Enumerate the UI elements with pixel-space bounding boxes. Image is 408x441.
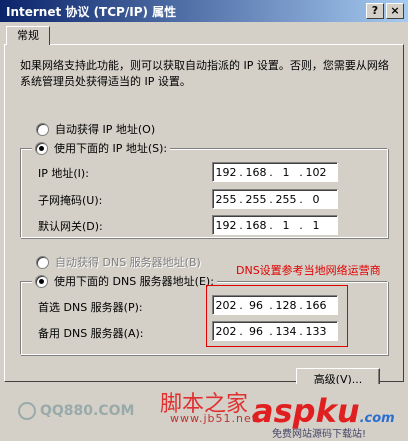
auto-dns-label: 自动获得 DNS 服务器地址(B) (55, 256, 201, 269)
watermark-left-text: QQ880.COM (40, 403, 135, 419)
manual-ip-label: 使用下面的 IP 地址(S): (54, 142, 168, 155)
octet: 1 (282, 165, 290, 179)
auto-ip-radio[interactable]: 自动获得 IP 地址(O) (36, 121, 155, 137)
radio-checked-icon (35, 274, 48, 288)
octet: 255 (275, 192, 297, 206)
octet: 1 (282, 218, 290, 232)
octet: 134 (275, 324, 297, 338)
octet: 128 (275, 298, 297, 312)
manual-dns-radio[interactable]: 使用下面的 DNS 服务器地址(E): (32, 273, 217, 289)
radio-icon (36, 255, 49, 269)
title-bar: Internet 协议 (TCP/IP) 属性 ? × (0, 0, 408, 22)
alternate-dns-field[interactable]: 202. 96. 134. 133 (212, 321, 338, 341)
preferred-dns-label: 首选 DNS 服务器(P): (38, 301, 143, 314)
tab-general[interactable]: 常规 (6, 26, 50, 45)
default-gateway-label: 默认网关(D): (38, 220, 103, 233)
octet: 166 (305, 298, 327, 312)
octet: 168 (245, 165, 267, 179)
description-text: 如果网络支持此功能，则可以获取自动指派的 IP 设置。否则，您需要从网络系统管理… (20, 59, 389, 88)
manual-ip-radio[interactable]: 使用下面的 IP 地址(S): (32, 140, 171, 156)
window-title: Internet 协议 (TCP/IP) 属性 (6, 5, 177, 19)
octet: 1 (312, 218, 320, 232)
close-button[interactable]: × (386, 3, 404, 19)
help-button[interactable]: ? (366, 3, 384, 19)
octet: 102 (305, 165, 327, 179)
dns-annotation: DNS设置参考当地网络运营商 (236, 264, 381, 277)
octet: 202 (215, 298, 237, 312)
octet: 168 (245, 218, 267, 232)
octet: 96 (249, 324, 263, 338)
default-gateway-field[interactable]: 192. 168. 1. 1 (212, 215, 338, 235)
radio-checked-icon (35, 141, 48, 155)
octet: 96 (249, 298, 263, 312)
auto-ip-label: 自动获得 IP 地址(O) (55, 123, 156, 136)
ip-address-label: IP 地址(I): (38, 167, 89, 180)
watermark-logo-suffix: .com (359, 411, 395, 426)
subnet-mask-field[interactable]: 255. 255. 255. 0 (212, 189, 338, 209)
octet: 202 (215, 324, 237, 338)
octet: 133 (305, 324, 327, 338)
octet: 0 (312, 192, 320, 206)
watermark-left: QQ880.COM (18, 402, 134, 420)
manual-dns-label: 使用下面的 DNS 服务器地址(E): (54, 275, 214, 288)
octet: 255 (245, 192, 267, 206)
octet: 255 (215, 192, 237, 206)
ip-address-field[interactable]: 192. 168. 1. 102 (212, 162, 338, 182)
subnet-mask-label: 子网掩码(U): (38, 194, 103, 207)
auto-dns-radio[interactable]: 自动获得 DNS 服务器地址(B) (36, 254, 201, 270)
preferred-dns-field[interactable]: 202. 96. 128. 166 (212, 295, 338, 315)
watermark-sub: 免费网站源码下载站! (272, 429, 367, 440)
radio-icon (36, 122, 49, 136)
watermark-left-icon (18, 402, 36, 420)
octet: 192 (215, 165, 237, 179)
octet: 192 (215, 218, 237, 232)
watermark-center-url: www.jb51.net (170, 412, 258, 425)
alternate-dns-label: 备用 DNS 服务器(A): (38, 327, 144, 340)
